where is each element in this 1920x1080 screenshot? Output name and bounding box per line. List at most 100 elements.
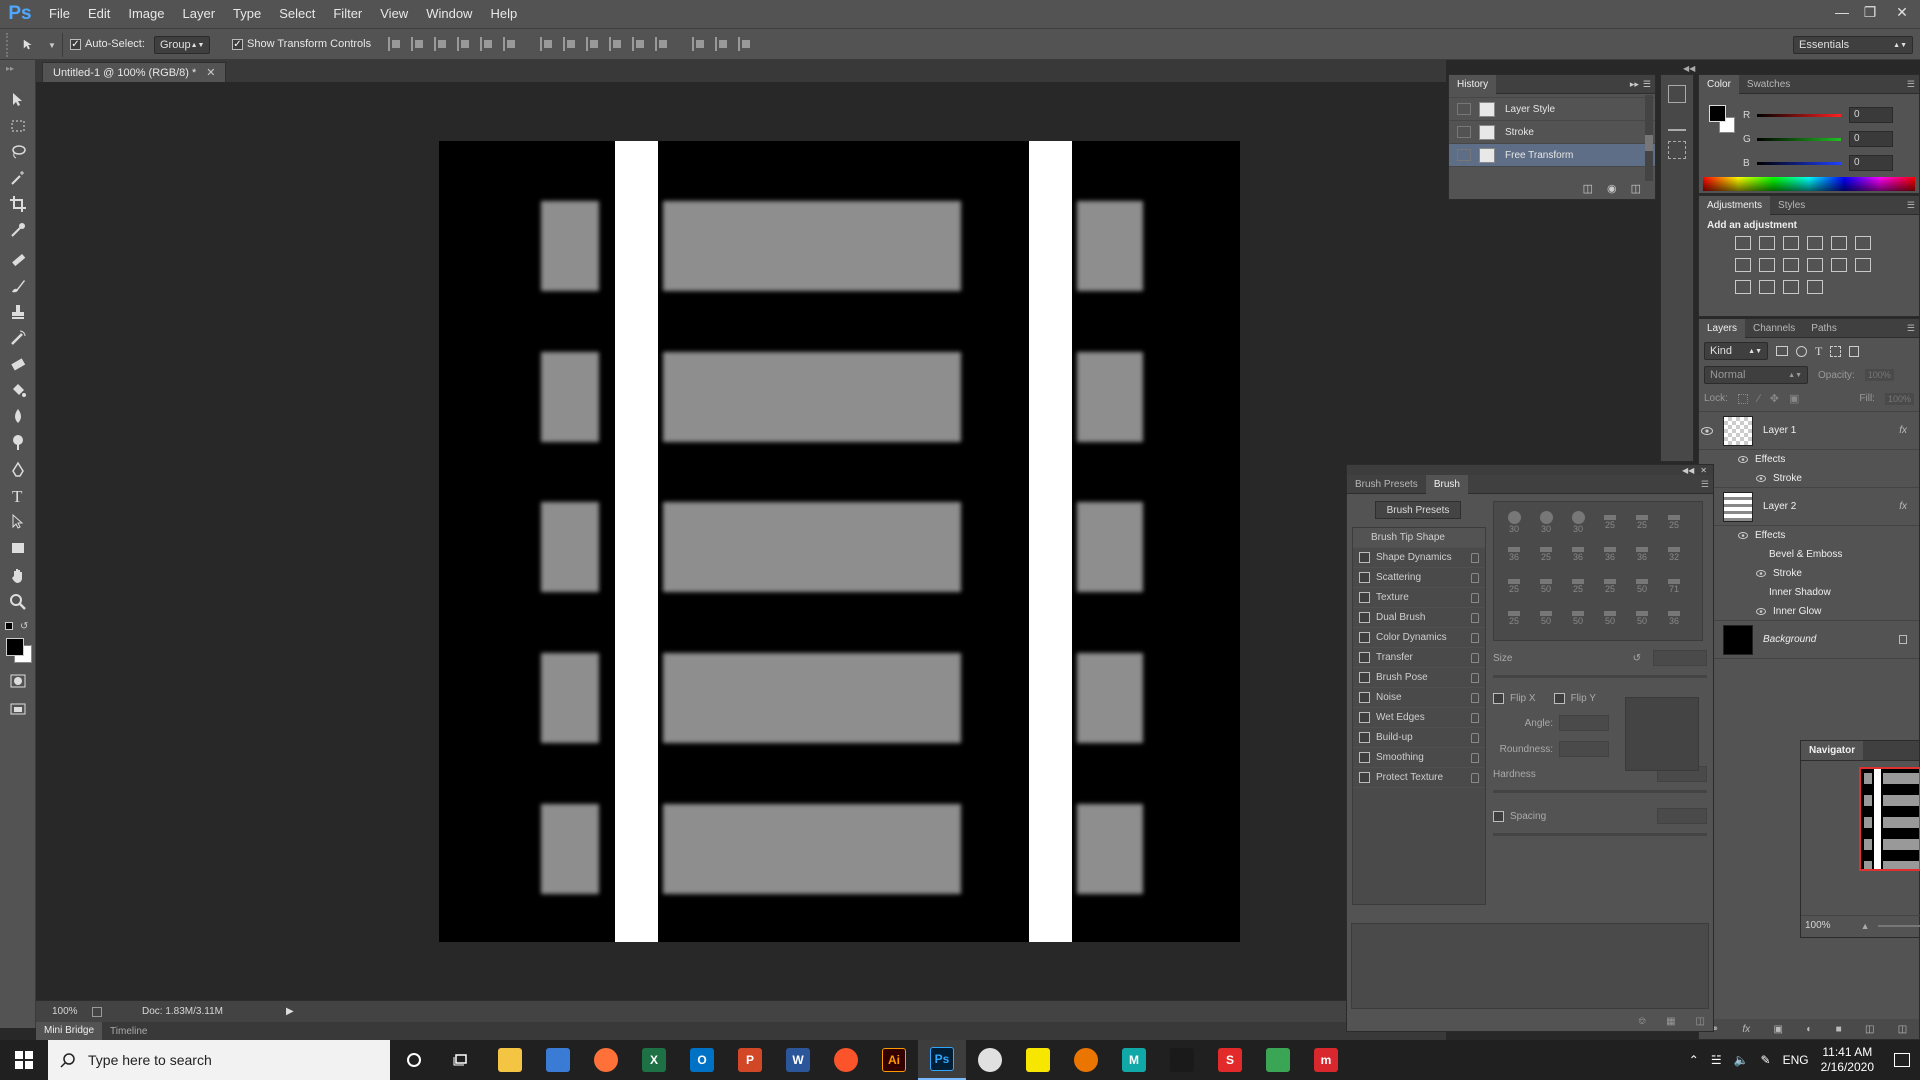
- smart-object-filter-icon[interactable]: [1849, 345, 1860, 357]
- lock-icon[interactable]: [1471, 712, 1479, 723]
- adjustment-filter-icon[interactable]: [1796, 345, 1807, 357]
- fx-add-icon[interactable]: fx: [1742, 1024, 1750, 1035]
- auto-select-checkbox[interactable]: ✓ Auto-Select:: [70, 38, 145, 50]
- brush-tip-cell[interactable]: 36: [1594, 538, 1626, 570]
- brush-option-row[interactable]: Texture: [1353, 588, 1485, 608]
- marquee-tool-icon[interactable]: [6, 115, 30, 137]
- rectangle-tool-icon[interactable]: [6, 537, 30, 559]
- layer-name[interactable]: Background: [1763, 634, 1816, 645]
- cortana-icon[interactable]: [390, 1040, 438, 1080]
- auto-select-dropdown[interactable]: Group ▲▼: [154, 36, 210, 54]
- brush-option-row[interactable]: Scattering: [1353, 568, 1485, 588]
- brush-tip-cell[interactable]: 50: [1562, 602, 1594, 634]
- brush-option-row[interactable]: Dual Brush: [1353, 608, 1485, 628]
- history-item[interactable]: Stroke: [1449, 121, 1655, 144]
- color-spectrum[interactable]: [1703, 177, 1915, 191]
- scroll-thumb[interactable]: [1645, 135, 1653, 151]
- size-slider[interactable]: [1493, 675, 1707, 678]
- chevron-down-icon[interactable]: ▼: [48, 41, 56, 50]
- move-tool-icon[interactable]: [6, 89, 30, 111]
- document-tab[interactable]: Untitled-1 @ 100% (RGB/8) * ✕: [42, 62, 227, 82]
- lock-icon[interactable]: [1471, 652, 1479, 663]
- brush-tip-cell[interactable]: 36: [1658, 602, 1690, 634]
- taskbar-app-word[interactable]: W: [774, 1040, 822, 1080]
- brush-option-checkbox[interactable]: [1359, 612, 1370, 623]
- brush-option-row[interactable]: Noise: [1353, 688, 1485, 708]
- taskbar-app-unreal[interactable]: [1158, 1040, 1206, 1080]
- pen-tool-icon[interactable]: [6, 459, 30, 481]
- vibrance-icon[interactable]: [1831, 236, 1847, 250]
- type-tool-icon[interactable]: T: [6, 485, 30, 507]
- brush-tip-cell[interactable]: 32: [1658, 538, 1690, 570]
- brush-tip-cell[interactable]: 50: [1626, 602, 1658, 634]
- brush-tip-cell[interactable]: 30: [1498, 506, 1530, 538]
- taskbar-app-chrome[interactable]: [966, 1040, 1014, 1080]
- panel-menu-icon[interactable]: ☰: [1907, 200, 1915, 211]
- brush-option-checkbox[interactable]: [1359, 552, 1370, 563]
- panel-menu-icon[interactable]: ☰: [1701, 479, 1709, 490]
- invert-icon[interactable]: [1855, 258, 1871, 272]
- tab-brush[interactable]: Brush: [1425, 474, 1468, 494]
- taskbar-app-powerpoint[interactable]: P: [726, 1040, 774, 1080]
- taskbar-search[interactable]: Type here to search: [48, 1040, 390, 1080]
- tab-channels[interactable]: Channels: [1745, 319, 1803, 338]
- visibility-eye-icon[interactable]: [1735, 532, 1751, 539]
- align-distribute-icon[interactable]: [715, 37, 729, 51]
- tab-layers[interactable]: Layers: [1699, 318, 1746, 338]
- blend-mode-dropdown[interactable]: Normal ▲▼: [1704, 366, 1808, 384]
- clock[interactable]: 11:41 AM 2/16/2020: [1821, 1045, 1874, 1075]
- visibility-eye-icon[interactable]: [1735, 456, 1751, 463]
- brush-tip-cell[interactable]: 50: [1594, 602, 1626, 634]
- eyedropper-tool-icon[interactable]: [6, 219, 30, 241]
- brush-option-row[interactable]: Color Dynamics: [1353, 628, 1485, 648]
- taskbar-app-firefox[interactable]: [582, 1040, 630, 1080]
- restore-button[interactable]: ❐: [1856, 0, 1884, 24]
- eraser-tool-icon[interactable]: [6, 353, 30, 375]
- history-item-active[interactable]: Free Transform: [1449, 144, 1655, 167]
- history-panel-icon[interactable]: [1668, 85, 1686, 103]
- brush-tip-cell[interactable]: 25: [1626, 506, 1658, 538]
- brightness-contrast-icon[interactable]: [1735, 236, 1751, 250]
- brush-tip-cell[interactable]: 30: [1562, 506, 1594, 538]
- collapse-icon[interactable]: ◀◀: [1682, 466, 1694, 475]
- tab-swatches[interactable]: Swatches: [1739, 75, 1798, 94]
- panel-menu-icon[interactable]: ☰: [1643, 79, 1651, 90]
- posterize-icon[interactable]: [1735, 280, 1751, 294]
- angle-preview[interactable]: [1625, 697, 1699, 771]
- panel-menu-icon[interactable]: ☰: [1907, 79, 1915, 90]
- tab-paths[interactable]: Paths: [1803, 319, 1845, 338]
- reset-size-icon[interactable]: ↺: [1633, 653, 1641, 664]
- new-document-icon[interactable]: ◫: [1583, 182, 1593, 195]
- taskbar-app-sticky-notes[interactable]: [1014, 1040, 1062, 1080]
- layer-row-layer-2[interactable]: Layer 2 fx: [1699, 488, 1919, 526]
- menu-edit[interactable]: Edit: [79, 0, 119, 28]
- flip-x-checkbox[interactable]: [1493, 692, 1504, 704]
- new-preset-icon[interactable]: ◫: [1696, 1016, 1705, 1027]
- lock-icon[interactable]: [1471, 552, 1479, 563]
- tab-styles[interactable]: Styles: [1770, 196, 1813, 215]
- quick-mask-icon[interactable]: [6, 670, 30, 692]
- pixel-filter-icon[interactable]: [1776, 346, 1788, 356]
- snapshot-box[interactable]: [1457, 103, 1471, 115]
- menu-file[interactable]: File: [40, 0, 79, 28]
- toggle-preview-icon[interactable]: ⎊: [1638, 1016, 1646, 1027]
- clone-stamp-tool-icon[interactable]: [6, 301, 30, 323]
- channel-gradient[interactable]: [1757, 137, 1841, 141]
- brush-option-checkbox[interactable]: [1359, 732, 1370, 743]
- tab-mini-bridge[interactable]: Mini Bridge: [36, 1022, 103, 1040]
- history-scrollbar[interactable]: [1645, 95, 1653, 181]
- lock-transparent-icon[interactable]: [1737, 393, 1748, 404]
- trash-icon[interactable]: ◫: [1898, 1024, 1907, 1035]
- zoom-out-icon[interactable]: ▲: [1861, 921, 1870, 931]
- visibility-eye-icon[interactable]: [1753, 570, 1769, 577]
- menu-select[interactable]: Select: [270, 0, 324, 28]
- brush-tip-cell[interactable]: 50: [1530, 602, 1562, 634]
- roundness-input[interactable]: [1559, 741, 1609, 757]
- align-distribute-icon[interactable]: [434, 37, 448, 51]
- export-icon[interactable]: [92, 1006, 102, 1017]
- menu-help[interactable]: Help: [481, 0, 526, 28]
- wifi-icon[interactable]: ☱: [1711, 1053, 1722, 1067]
- trash-icon[interactable]: ◫: [1631, 182, 1641, 195]
- opacity-value[interactable]: 100%: [1864, 369, 1894, 381]
- channel-value[interactable]: 0: [1849, 107, 1893, 123]
